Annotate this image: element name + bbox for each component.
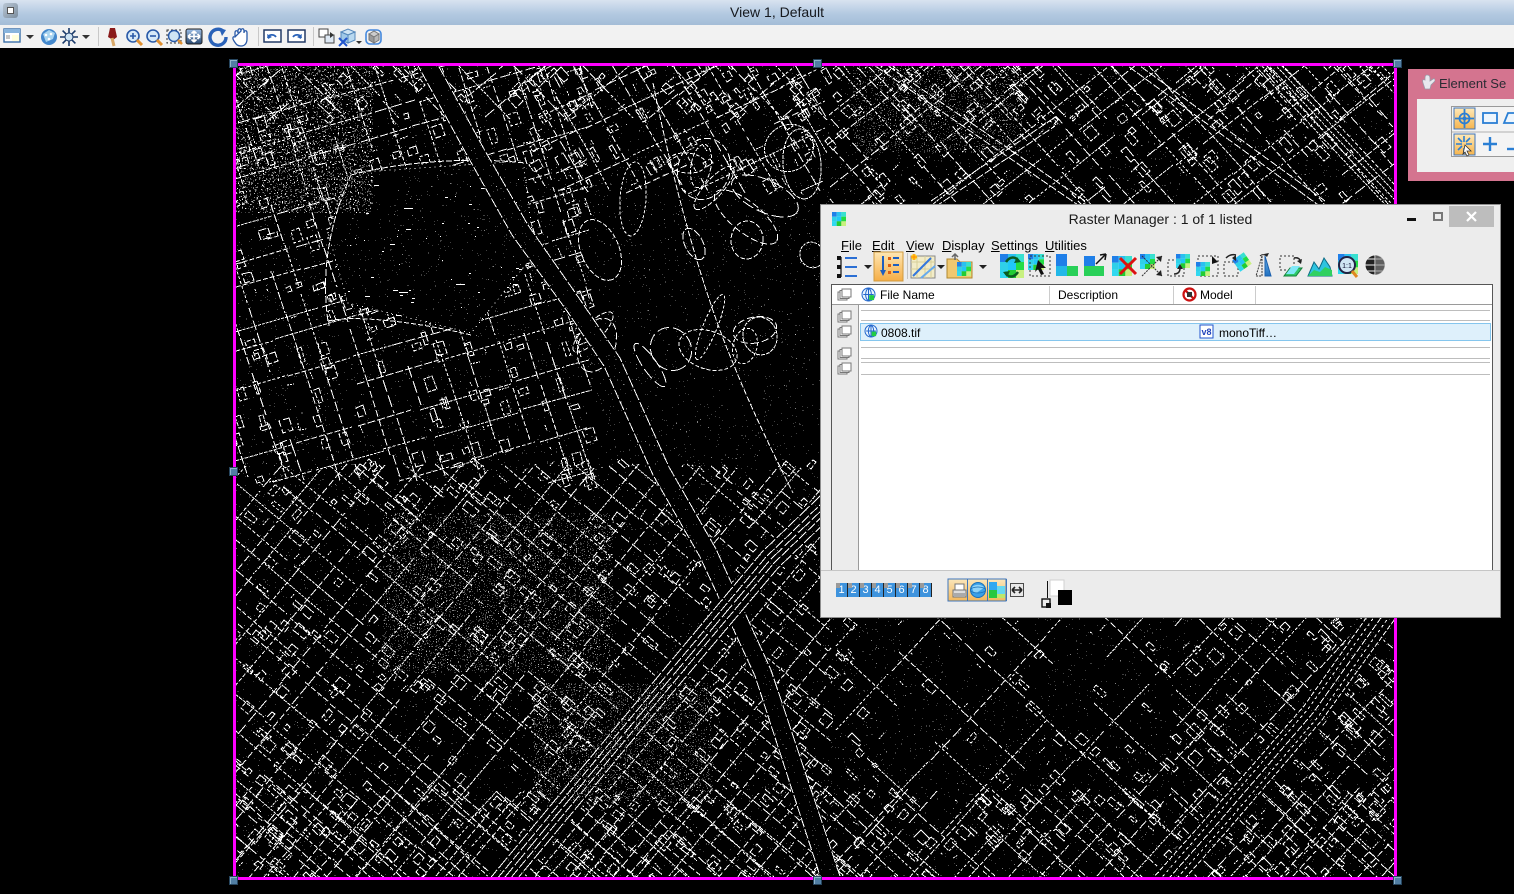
svg-text:1:1: 1:1 bbox=[1342, 263, 1352, 270]
svg-text:v8: v8 bbox=[1201, 327, 1211, 337]
